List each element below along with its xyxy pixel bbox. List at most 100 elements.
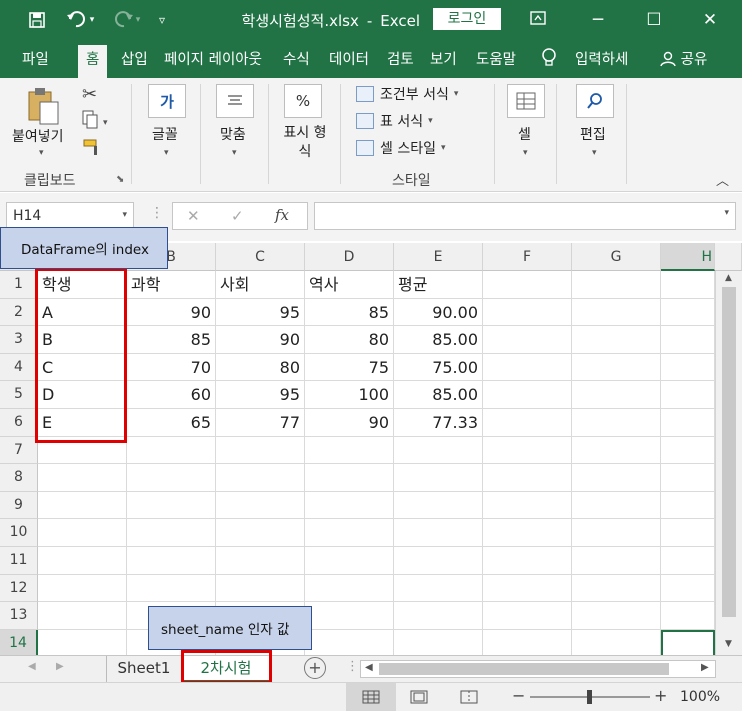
cell[interactable] — [572, 381, 661, 409]
cell[interactable] — [305, 574, 394, 603]
enter-icon[interactable]: ✓ — [231, 207, 244, 225]
value-cell[interactable]: 90 — [305, 409, 394, 437]
insert-function-icon[interactable]: fx — [275, 206, 289, 224]
zoom-slider[interactable] — [530, 690, 650, 704]
paste-button[interactable]: 붙여넣기 — [12, 126, 64, 146]
value-cell[interactable]: 100 — [305, 381, 394, 409]
cell[interactable] — [394, 574, 483, 603]
number-format-button[interactable]: 표시 형식 — [278, 124, 332, 162]
cell[interactable] — [38, 547, 127, 575]
cell[interactable] — [483, 298, 572, 327]
tab-data[interactable]: 데이터 — [329, 48, 369, 78]
font-dropdown-icon[interactable]: ▾ — [164, 148, 169, 158]
value-cell[interactable]: 75.00 — [394, 353, 483, 382]
cell[interactable] — [572, 491, 661, 520]
dialog-launcher-icon[interactable]: ⬊ — [116, 174, 124, 185]
zoom-slider-thumb[interactable] — [587, 690, 592, 704]
add-sheet-icon[interactable]: + — [304, 657, 326, 679]
cell[interactable] — [483, 547, 572, 575]
copy-icon[interactable]: ▾ — [82, 110, 112, 134]
cell[interactable] — [127, 491, 216, 520]
tab-help[interactable]: 도움말 — [476, 48, 516, 78]
font-button[interactable]: 글꼴 — [152, 124, 178, 144]
chevron-down-icon[interactable]: ▾ — [122, 210, 127, 220]
scrollbar-thumb[interactable] — [379, 663, 669, 675]
cell[interactable] — [661, 381, 715, 409]
cell[interactable] — [483, 271, 572, 299]
cell[interactable] — [572, 547, 661, 575]
cell[interactable] — [216, 547, 305, 575]
zoom-out-icon[interactable]: − — [512, 686, 525, 705]
cell[interactable] — [305, 491, 394, 520]
row-header[interactable]: 10 — [0, 519, 38, 547]
cell[interactable] — [661, 298, 715, 327]
cell[interactable] — [216, 464, 305, 492]
value-cell[interactable]: 70 — [127, 353, 216, 382]
row-header[interactable]: 8 — [0, 464, 38, 492]
cell[interactable] — [661, 574, 715, 603]
value-cell[interactable]: 85 — [127, 326, 216, 354]
row-header[interactable]: 3 — [0, 326, 38, 354]
page-layout-view-icon[interactable] — [410, 690, 428, 708]
cell[interactable] — [483, 436, 572, 465]
header-cell[interactable]: 평균 — [394, 271, 483, 299]
cell[interactable] — [127, 464, 216, 492]
cell[interactable] — [38, 602, 127, 630]
drag-handle-icon[interactable]: ⋮ — [150, 205, 164, 221]
cell[interactable] — [661, 353, 715, 382]
vertical-scrollbar[interactable]: ▲ ▼ — [715, 271, 742, 655]
value-cell[interactable]: 90 — [127, 298, 216, 327]
cell[interactable] — [216, 574, 305, 603]
cell[interactable] — [572, 271, 661, 299]
cell[interactable] — [394, 464, 483, 492]
maximize-icon[interactable]: ☐ — [632, 6, 676, 34]
scrollbar-thumb[interactable] — [722, 287, 736, 617]
cell[interactable] — [483, 464, 572, 492]
cell[interactable] — [572, 353, 661, 382]
cell[interactable] — [572, 602, 661, 630]
cell[interactable] — [394, 491, 483, 520]
cell[interactable] — [483, 409, 572, 437]
cell[interactable] — [572, 326, 661, 354]
horizontal-scrollbar[interactable]: ◀ ▶ — [360, 660, 716, 678]
paste-icon[interactable] — [26, 86, 60, 130]
format-painter-icon[interactable] — [82, 138, 102, 160]
value-cell[interactable]: 90.00 — [394, 298, 483, 327]
cell[interactable] — [661, 491, 715, 520]
cell[interactable] — [661, 271, 715, 299]
cell[interactable] — [305, 519, 394, 547]
editing-button[interactable]: 편집 — [580, 124, 606, 144]
paste-dropdown-icon[interactable]: ▾ — [39, 148, 44, 158]
cell[interactable] — [572, 436, 661, 465]
value-cell[interactable]: 77 — [216, 409, 305, 437]
row-header[interactable]: 5 — [0, 381, 38, 409]
zoom-in-icon[interactable]: + — [654, 686, 667, 705]
cell[interactable] — [38, 491, 127, 520]
cell[interactable] — [572, 629, 661, 658]
cell[interactable] — [483, 353, 572, 382]
align-dropdown-icon[interactable]: ▾ — [232, 148, 237, 158]
scroll-up-icon[interactable]: ▲ — [725, 273, 732, 283]
cell[interactable] — [661, 519, 715, 547]
cell[interactable] — [483, 381, 572, 409]
cell[interactable] — [661, 547, 715, 575]
cell[interactable] — [661, 326, 715, 354]
cell[interactable] — [127, 519, 216, 547]
cell[interactable] — [394, 629, 483, 658]
name-box[interactable]: H14 ▾ — [6, 202, 134, 230]
ribbon-display-icon[interactable] — [516, 6, 560, 34]
row-header[interactable]: 11 — [0, 547, 38, 575]
row-header[interactable]: 6 — [0, 409, 38, 437]
tab-split-handle-icon[interactable]: ⋮ — [346, 659, 359, 674]
tab-file[interactable]: 파일 — [22, 48, 49, 78]
cells-dropdown-icon[interactable]: ▾ — [523, 148, 528, 158]
cell[interactable] — [394, 436, 483, 465]
row-header[interactable]: 7 — [0, 436, 38, 465]
cell[interactable] — [38, 464, 127, 492]
header-cell[interactable]: 사회 — [216, 271, 305, 299]
value-cell[interactable]: 77.33 — [394, 409, 483, 437]
column-header-h[interactable]: H — [661, 243, 715, 271]
cell[interactable] — [483, 519, 572, 547]
cell[interactable] — [483, 491, 572, 520]
tab-home[interactable]: 홈 — [78, 45, 108, 78]
